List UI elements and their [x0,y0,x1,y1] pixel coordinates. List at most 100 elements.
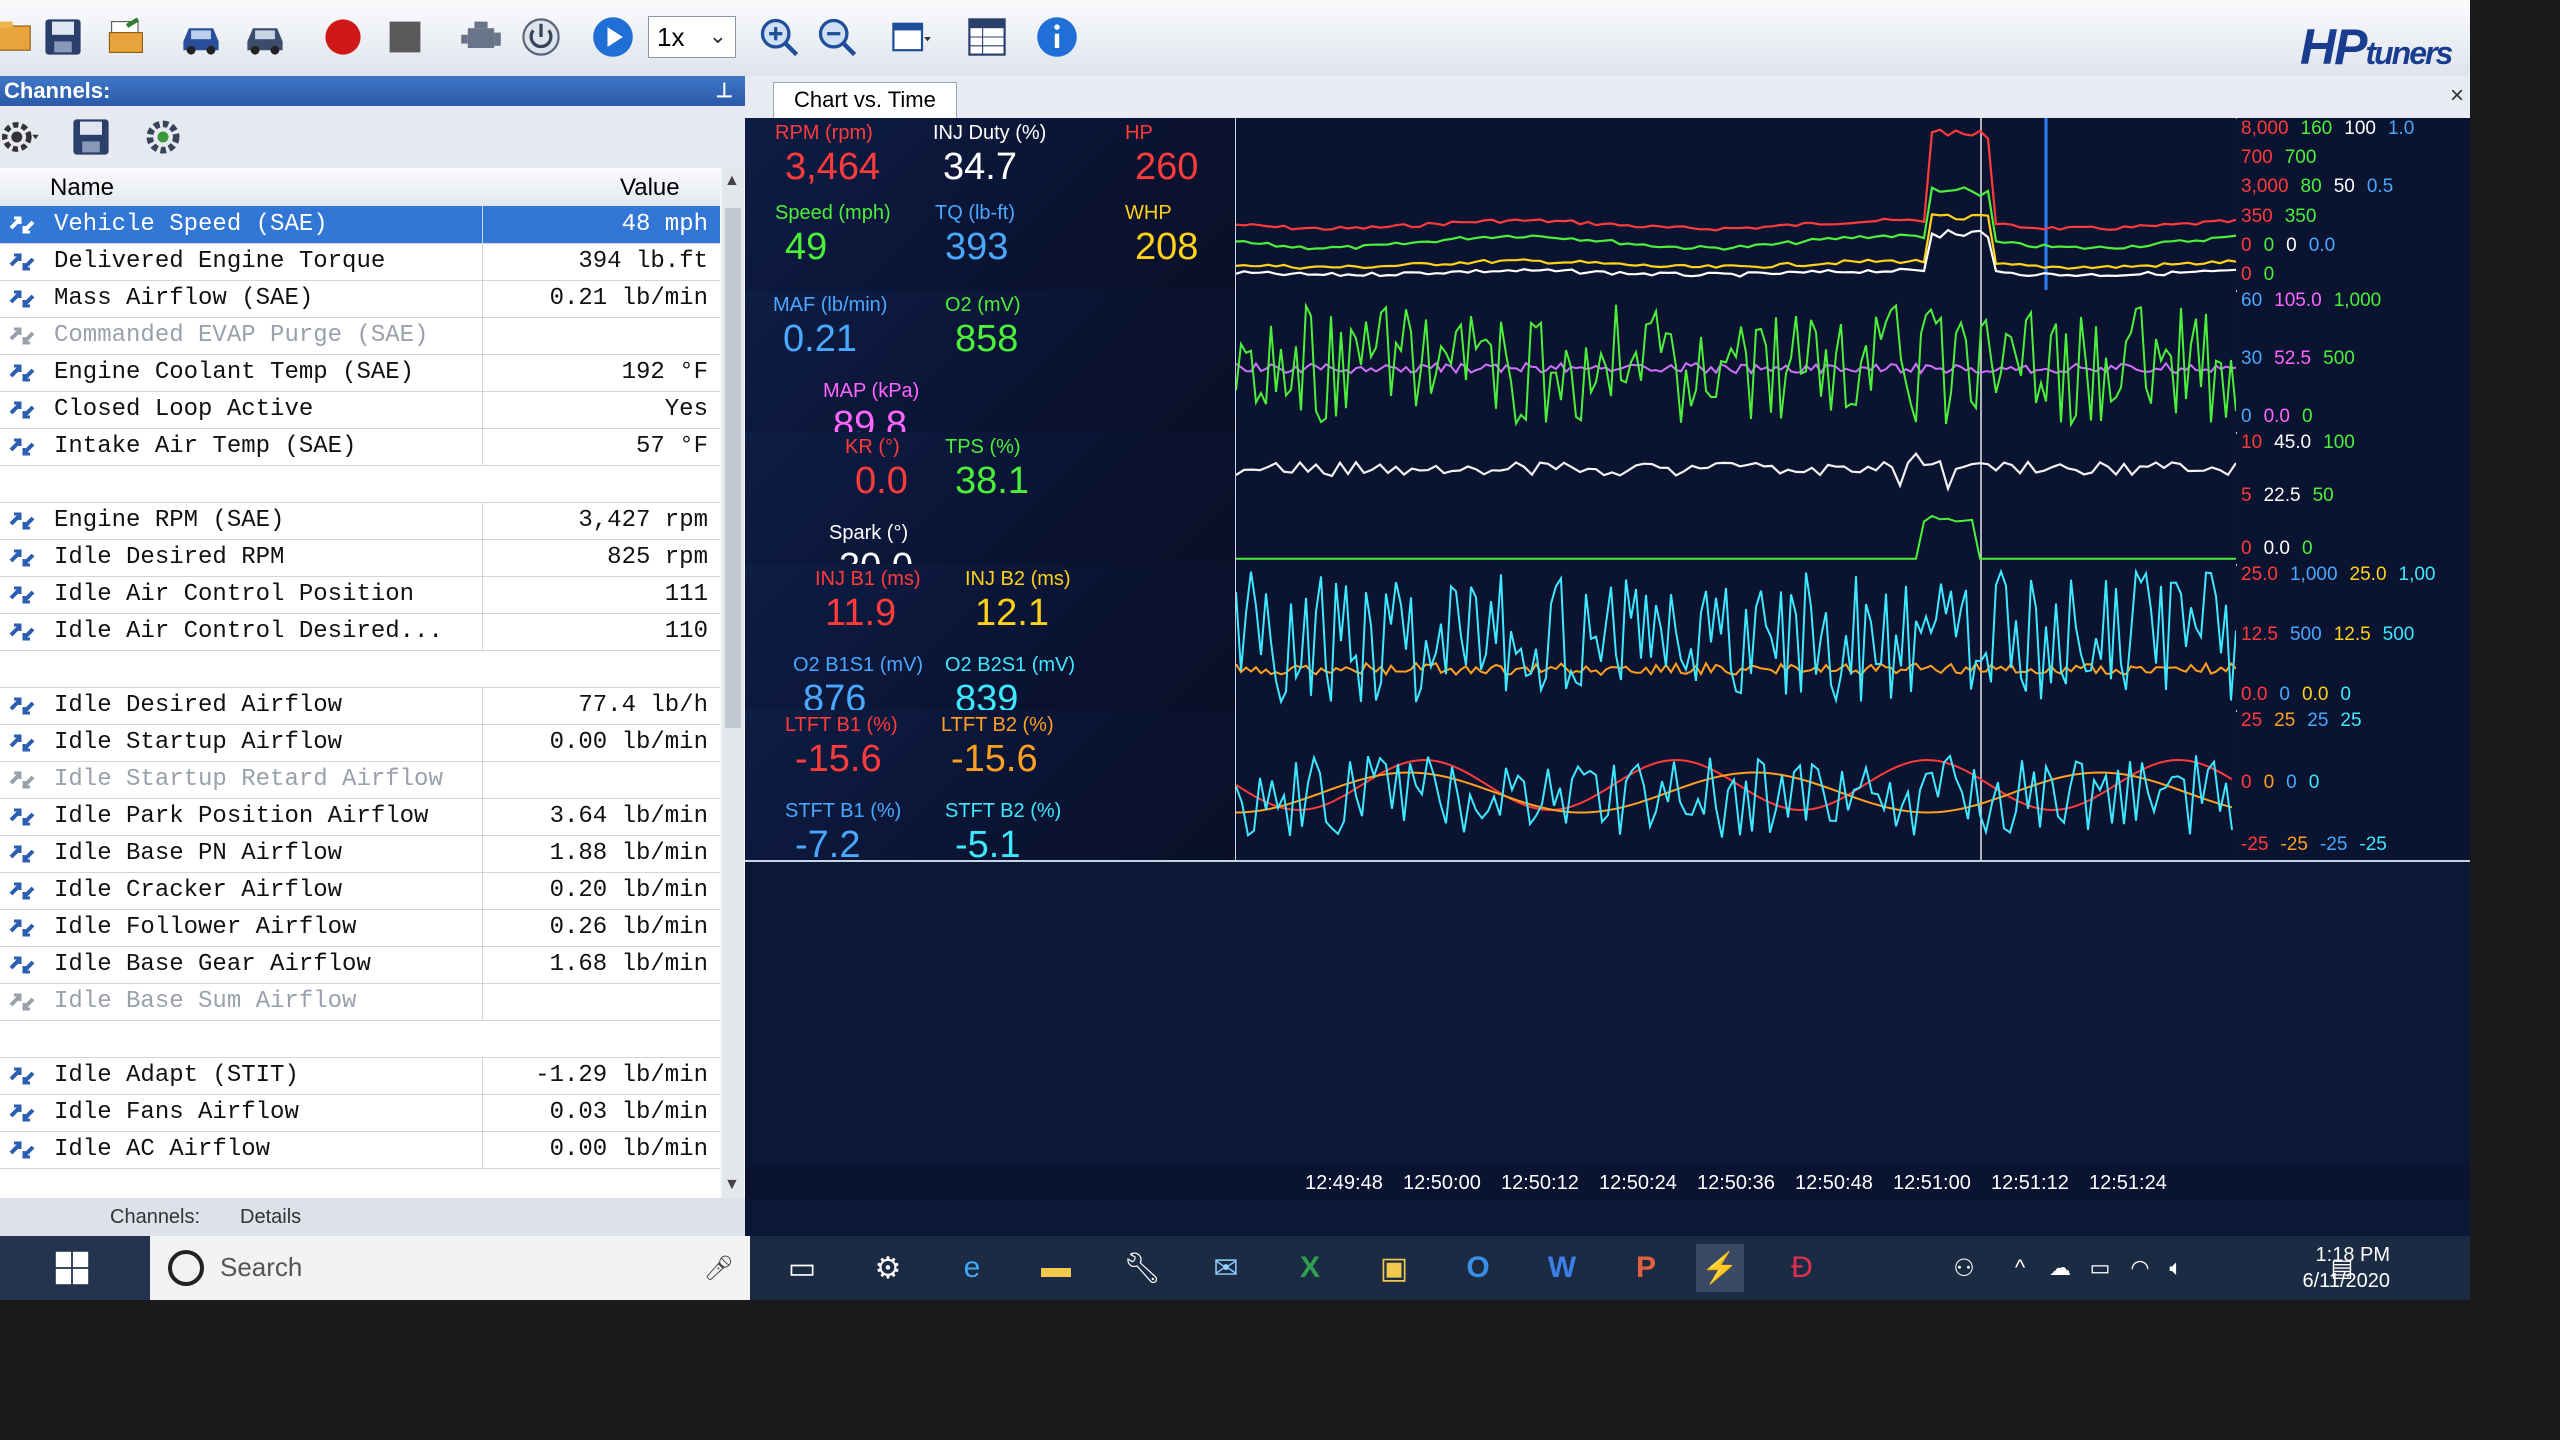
channel-row[interactable]: Idle Base Gear Airflow 1.68 lb/min [0,946,720,984]
channel-row[interactable]: Idle Fans Airflow 0.03 lb/min [0,1094,720,1132]
notifications-icon[interactable]: ▤ [2318,1244,2366,1292]
column-header-value[interactable]: Value [620,174,680,202]
zoom-in-icon[interactable] [754,12,804,62]
scale-row: 0 0.0 0 [2241,406,2325,428]
channel-row[interactable]: Idle Startup Retard Airflow [0,761,720,799]
channel-row[interactable]: Engine Coolant Temp (SAE) 192 °F [0,354,720,392]
channel-row[interactable]: Engine RPM (SAE) 3,427 rpm [0,502,720,540]
channel-row[interactable]: Idle Desired RPM 825 rpm [0,539,720,577]
channel-name: Idle Air Control Position [54,581,415,608]
power-icon[interactable] [516,12,566,62]
trace-plot[interactable] [1235,290,2236,432]
channel-link-icon [8,508,36,534]
trace-svg [1236,564,2236,710]
engine-icon[interactable] [456,12,506,62]
channel-row[interactable]: Idle Desired Airflow 77.4 lb/h [0,687,720,725]
vcm-scanner-icon[interactable]: ⚡ [1696,1244,1744,1292]
word-icon[interactable]: W [1538,1244,1586,1292]
channel-row[interactable]: Idle Adapt (STIT) -1.29 lb/min [0,1057,720,1095]
task-view-icon[interactable]: ▭ [778,1244,826,1292]
scale-row: 700 700 [2241,147,2328,169]
channel-row[interactable]: Idle Air Control Desired... 110 [0,613,720,651]
trace-plot[interactable] [1235,118,2236,290]
tab-chart-vs-time[interactable]: Chart vs. Time [773,82,957,119]
data-trace [1236,128,2236,232]
scroll-down-icon[interactable]: ▼ [724,1176,740,1194]
wrench-icon[interactable]: 🔧︎ [1118,1244,1166,1292]
channel-link-icon [8,249,36,275]
channel-link-icon [8,545,36,571]
channel-value: 394 lb.ft [578,248,708,275]
channel-row[interactable]: Delivered Engine Torque 394 lb.ft [0,243,720,281]
channel-row[interactable]: Idle Startup Airflow 0.00 lb/min [0,724,720,762]
channel-row[interactable]: Idle Base PN Airflow 1.88 lb/min [0,835,720,873]
file-explorer-icon[interactable]: ▬ [1032,1244,1080,1292]
scroll-up-icon[interactable]: ▲ [724,172,740,190]
scrollbar-thumb[interactable] [725,208,741,728]
edge-browser-icon[interactable]: e [948,1244,996,1292]
channel-row[interactable]: Closed Loop Active Yes [0,391,720,429]
channel-row[interactable]: Idle Follower Airflow 0.26 lb/min [0,909,720,947]
chart-layout-icon[interactable] [886,12,936,62]
chart-lane[interactable]: INJ B1 (ms) 11.9 INJ B2 (ms) 12.1 O2 B1S1 (m… [745,564,2470,720]
trace-plot[interactable] [1235,710,2236,860]
channel-row[interactable]: Idle Park Position Airflow 3.64 lb/min [0,798,720,836]
play-icon[interactable] [588,12,638,62]
channel-row[interactable]: Idle Cracker Airflow 0.20 lb/min [0,872,720,910]
channel-row[interactable]: Idle Base Sum Airflow [0,983,720,1021]
editor-app-icon[interactable]: Ð [1778,1244,1826,1292]
taskbar-search[interactable]: Search 🎤︎ [150,1236,750,1300]
close-icon[interactable]: × [2450,82,2464,110]
microphone-icon[interactable]: 🎤︎ [704,1254,734,1283]
start-button[interactable] [0,1236,150,1300]
scale-value: 50 [2312,485,2334,506]
open-file-icon[interactable] [102,12,152,62]
channel-row[interactable]: Vehicle Speed (SAE) 48 mph [0,206,720,244]
outlook-icon[interactable]: O [1454,1244,1502,1292]
channel-options-icon[interactable] [0,112,44,162]
channel-row[interactable]: Intake Air Temp (SAE) 57 °F [0,428,720,466]
chart-lane[interactable]: LTFT B1 (%) -15.6 LTFT B2 (%) -15.6 STFT B1 … [745,710,2470,866]
channel-name: Idle Park Position Airflow [54,803,429,830]
stop-icon[interactable] [380,12,430,62]
scale-row: 30 52.5 500 [2241,348,2367,370]
chart-lane[interactable]: MAF (lb/min) 0.21 O2 (mV) 858 MAP (kPa) 89.8 6… [745,290,2470,446]
channel-row[interactable]: Idle AC Airflow 0.00 lb/min [0,1131,720,1169]
trace-plot[interactable] [1235,432,2236,564]
pin-icon[interactable]: ⊥ [716,76,733,106]
channel-link-icon [8,360,36,386]
playback-speed-select[interactable]: 1x ⌄ [648,16,736,58]
zoom-out-icon[interactable] [812,12,862,62]
excel-icon[interactable]: X [1286,1244,1334,1292]
gauge-panel: MAF (lb/min) 0.21 O2 (mV) 858 MAP (kPa) 89.8 [745,290,1235,446]
channel-row[interactable]: Commanded EVAP Purge (SAE) [0,317,720,355]
trace-plot[interactable] [1235,564,2236,710]
channel-row[interactable]: Idle Air Control Position 111 [0,576,720,614]
store-icon[interactable]: ▣ [1370,1244,1418,1292]
volume-icon[interactable]: 🔈︎ [2152,1244,2200,1292]
channel-row[interactable]: Mass Airflow (SAE) 0.21 lb/min [0,280,720,318]
vehicle-read-icon[interactable] [176,12,226,62]
save-icon[interactable] [38,12,88,62]
settings-gear-icon[interactable]: ⚙ [864,1244,912,1292]
channels-scrollbar[interactable]: ▲ ▼ [722,168,744,1198]
vehicle-write-icon[interactable] [240,12,290,62]
people-icon[interactable]: ⚇ [1940,1244,1988,1292]
tab-channels[interactable]: Channels: [110,1206,200,1229]
mail-icon[interactable]: ✉ [1202,1244,1250,1292]
scale-value: 0.0 [2263,538,2290,559]
open-folder-icon[interactable] [0,12,42,62]
record-icon[interactable] [318,12,368,62]
scale-value: 1,000 [2333,290,2382,311]
chart-lane[interactable]: RPM (rpm) 3,464 INJ Duty (%) 34.7 HP 260 Speed… [745,118,2470,292]
gear-icon[interactable] [138,112,188,162]
chart-lane[interactable]: KR (°)0.0TPS (%)38.1Spark (°)30.01045.01… [745,432,2470,588]
save-channels-icon[interactable] [66,112,116,162]
table-icon[interactable] [962,12,1012,62]
info-icon[interactable] [1032,12,1082,62]
powerpoint-icon[interactable]: P [1622,1244,1670,1292]
column-header-name[interactable]: Name [50,174,114,202]
scale-value: 80 [2300,176,2322,198]
scale-row: 12.5 500 12.5 500 [2241,624,2426,646]
tab-details[interactable]: Details [240,1206,301,1229]
